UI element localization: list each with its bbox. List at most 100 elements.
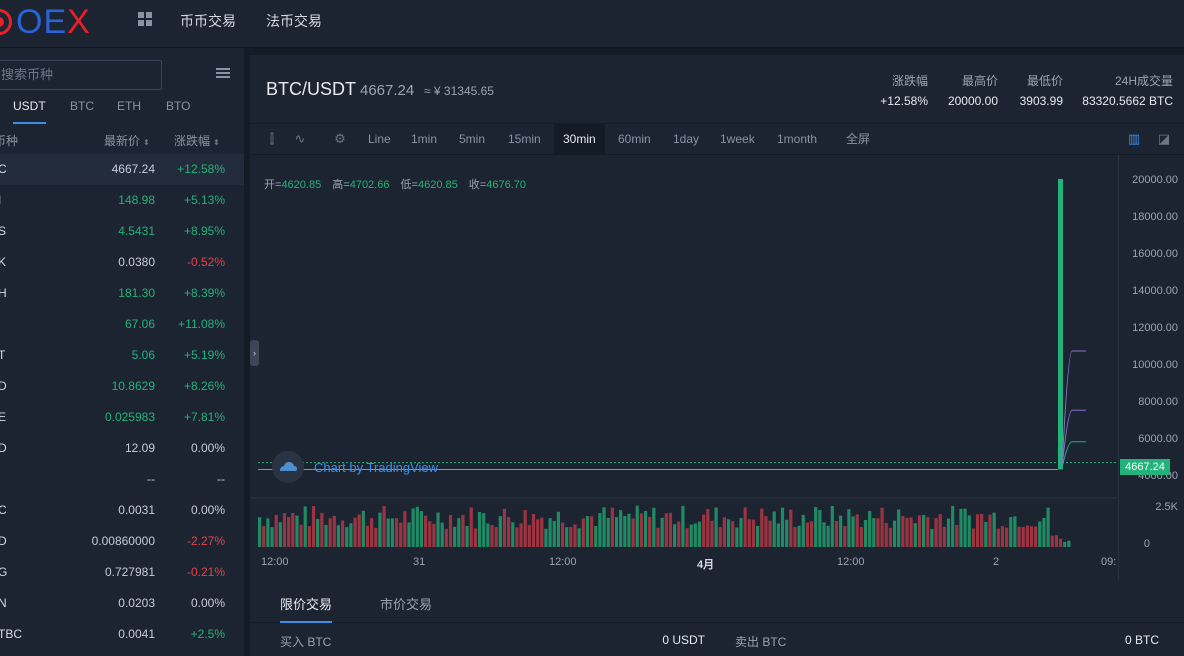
volume-bar <box>282 513 287 547</box>
x-tick: 12:00 <box>549 556 577 568</box>
interval-5min[interactable]: 5min <box>459 124 485 154</box>
volume-bar <box>560 522 565 547</box>
coin-row[interactable]: K 0.0380 -0.52% <box>0 247 244 278</box>
volume-bar <box>341 520 345 547</box>
coin-row[interactable]: D 0.00860000 -2.27% <box>0 526 244 557</box>
sell-balance: 0 BTC <box>1124 633 1159 647</box>
tab-eth[interactable]: ETH <box>117 96 141 124</box>
tradingview-watermark[interactable]: Chart by TradingView <box>272 451 438 483</box>
volume-bar <box>287 517 291 547</box>
settings-gear-icon[interactable]: ⚙ <box>332 132 348 146</box>
coin-row[interactable]: G 0.727981 -0.21% <box>0 557 244 588</box>
coin-change: -0.52% <box>186 255 225 269</box>
volume-bar <box>424 515 428 547</box>
price-chart[interactable]: 开=4620.85 高=4702.66 低=4620.85 收=4676.70 … <box>250 155 1184 580</box>
volume-bar <box>996 528 1000 547</box>
coin-row[interactable]: E 0.025983 +7.81% <box>0 402 244 433</box>
coin-row[interactable]: T 5.06 +5.19% <box>0 340 244 371</box>
col-header-price[interactable]: 最新价 ⬍ <box>104 132 150 149</box>
interval-1week[interactable]: 1week <box>720 124 755 154</box>
volume-bar <box>892 520 897 547</box>
interval-1month[interactable]: 1month <box>777 124 817 154</box>
interval-30min[interactable]: 30min <box>554 124 605 154</box>
candle-type-icon[interactable]: ⫿ <box>264 132 280 146</box>
volume-bar <box>316 518 320 547</box>
volume-bar <box>482 513 486 547</box>
volume-bar <box>872 518 876 547</box>
interval-line[interactable]: Line <box>368 124 391 154</box>
coin-row[interactable]: D 10.8629 +8.26% <box>0 371 244 402</box>
volume-bar <box>386 518 390 547</box>
depth-chart-icon[interactable]: ◪ <box>1156 132 1172 146</box>
volume-bar <box>635 505 639 547</box>
indicator-icon[interactable]: ∿ <box>292 132 308 146</box>
tab-usdt[interactable]: USDT <box>13 96 46 124</box>
nav-otc-trading[interactable]: 法币交易 <box>266 11 322 31</box>
tab-market-order[interactable]: 市价交易 <box>380 587 432 623</box>
volume-bar <box>577 528 581 547</box>
coin-row[interactable]: C 4667.24 +12.58% <box>0 154 244 185</box>
volume-bar <box>714 507 718 547</box>
price-axis[interactable]: 20000.00 18000.00 16000.00 14000.00 1200… <box>1118 155 1184 580</box>
coin-row[interactable]: 67.06 +11.08% <box>0 309 244 340</box>
volume-tick: 2.5K <box>1155 501 1178 513</box>
coin-symbol: H <box>0 286 7 300</box>
volume-bar <box>697 521 702 547</box>
coin-change: -- <box>217 472 225 486</box>
coin-row[interactable]: N 0.0203 0.00% <box>0 588 244 619</box>
volume-bar <box>809 521 814 547</box>
volume-bar <box>258 517 262 547</box>
sidebar-toggle-handle[interactable]: › <box>250 340 259 366</box>
nav-spot-trading[interactable]: 币币交易 <box>180 11 236 31</box>
volume-bar <box>324 524 328 547</box>
coin-row[interactable]: S 4.5431 +8.95% <box>0 216 244 247</box>
coin-price: 67.06 <box>124 317 155 331</box>
volume-bar <box>855 514 859 547</box>
tab-bto[interactable]: BTO <box>166 96 190 124</box>
volume-bar <box>374 527 378 547</box>
volume-bar <box>643 510 648 547</box>
coin-row[interactable]: -- -- <box>0 464 244 495</box>
coin-search-input[interactable]: 搜索币种 <box>0 60 162 90</box>
interval-1min[interactable]: 1min <box>411 124 437 154</box>
volume-bar <box>884 523 888 547</box>
col-header-change[interactable]: 涨跌幅 ⬍ <box>174 132 220 149</box>
interval-15min[interactable]: 15min <box>508 124 541 154</box>
candlestick-view-icon[interactable]: ▥ <box>1126 132 1142 146</box>
coin-row[interactable]: TBC 0.0041 +2.5% <box>0 619 244 650</box>
volume-bar <box>756 525 760 547</box>
coin-row[interactable]: H 181.30 +8.39% <box>0 278 244 309</box>
volume-bar <box>411 508 415 547</box>
coin-price: 4.5431 <box>118 224 155 238</box>
x-tick: 12:00 <box>837 556 865 568</box>
fullscreen-button[interactable]: 全屏 <box>846 124 870 154</box>
order-type-tabs: 限价交易 市价交易 <box>250 587 1184 623</box>
tab-limit-order[interactable]: 限价交易 <box>280 587 333 623</box>
tab-btc[interactable]: BTC <box>70 96 94 124</box>
interval-1day[interactable]: 1day <box>673 124 699 154</box>
volume-bar <box>731 521 735 547</box>
stat-low-value: 3903.99 <box>1019 94 1063 108</box>
cny-price: ≈ ¥ 31345.65 <box>424 84 494 98</box>
volume-bar <box>1046 507 1050 547</box>
coin-change: +8.26% <box>183 379 225 393</box>
volume-bar <box>461 514 465 547</box>
pair-title: BTC/USDT <box>266 79 356 99</box>
stat-high-label: 最高价 <box>961 74 998 88</box>
col-header-coin[interactable]: 币种 <box>0 132 18 149</box>
coin-price: -- <box>147 472 155 486</box>
interval-60min[interactable]: 60min <box>618 124 651 154</box>
volume-bar <box>523 510 527 547</box>
coin-row[interactable]: C 0.0031 0.00% <box>0 495 244 526</box>
chart-canvas[interactable] <box>250 155 1184 580</box>
coin-row[interactable]: D 12.09 0.00% <box>0 433 244 464</box>
apps-grid-icon[interactable] <box>138 12 152 26</box>
volume-bar <box>394 518 399 547</box>
volume-bar <box>1063 541 1067 547</box>
logo-text: OEX <box>16 3 91 41</box>
list-view-icon[interactable] <box>216 68 230 78</box>
volume-bar <box>291 512 295 547</box>
oex-logo[interactable]: OEX <box>0 4 91 40</box>
volume-bar <box>1058 538 1063 547</box>
coin-row[interactable]: I 148.98 +5.13% <box>0 185 244 216</box>
